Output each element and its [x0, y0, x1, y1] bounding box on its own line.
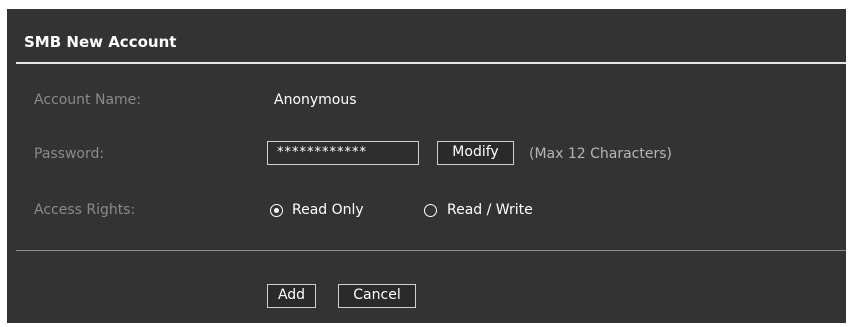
add-button[interactable]: Add	[267, 284, 316, 308]
dialog-title: SMB New Account	[24, 33, 177, 51]
smb-new-account-panel	[7, 9, 846, 323]
radio-selected-dot	[273, 207, 279, 213]
title-divider	[16, 62, 846, 64]
read-only-radio[interactable]	[270, 204, 283, 217]
access-rights-label: Access Rights:	[34, 202, 136, 218]
read-only-label[interactable]: Read Only	[292, 201, 364, 219]
password-input[interactable]: ************	[267, 141, 419, 165]
password-label: Password:	[34, 146, 105, 162]
modify-button[interactable]: Modify	[437, 141, 514, 165]
password-hint: (Max 12 Characters)	[529, 146, 672, 162]
account-name-label: Account Name:	[34, 92, 141, 108]
cancel-button[interactable]: Cancel	[338, 284, 416, 308]
actions-divider	[16, 250, 846, 251]
read-write-label[interactable]: Read / Write	[447, 201, 533, 219]
read-write-radio[interactable]	[424, 204, 437, 217]
account-name-value: Anonymous	[274, 92, 357, 108]
